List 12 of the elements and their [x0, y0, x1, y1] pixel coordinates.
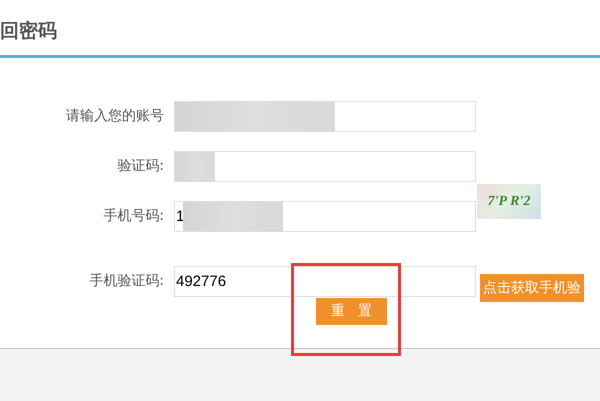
input-field[interactable]: 492776 [174, 266, 476, 297]
input-field[interactable]: 1 [174, 201, 476, 232]
field-label: 手机验证码: [88, 272, 165, 291]
field-label: 手机号码: [102, 207, 165, 226]
input-field[interactable] [174, 151, 476, 182]
captcha-image[interactable]: 7'P R'2 [477, 184, 541, 219]
field-label: 验证码: [116, 157, 165, 176]
get-code-button[interactable]: 点击获取手机验 [480, 274, 584, 302]
input-field[interactable] [174, 101, 476, 132]
field-label: 请输入您的账号 [65, 107, 165, 126]
reset-button[interactable]: 重 置 [316, 298, 387, 325]
page-title: 回密码 [0, 19, 57, 44]
